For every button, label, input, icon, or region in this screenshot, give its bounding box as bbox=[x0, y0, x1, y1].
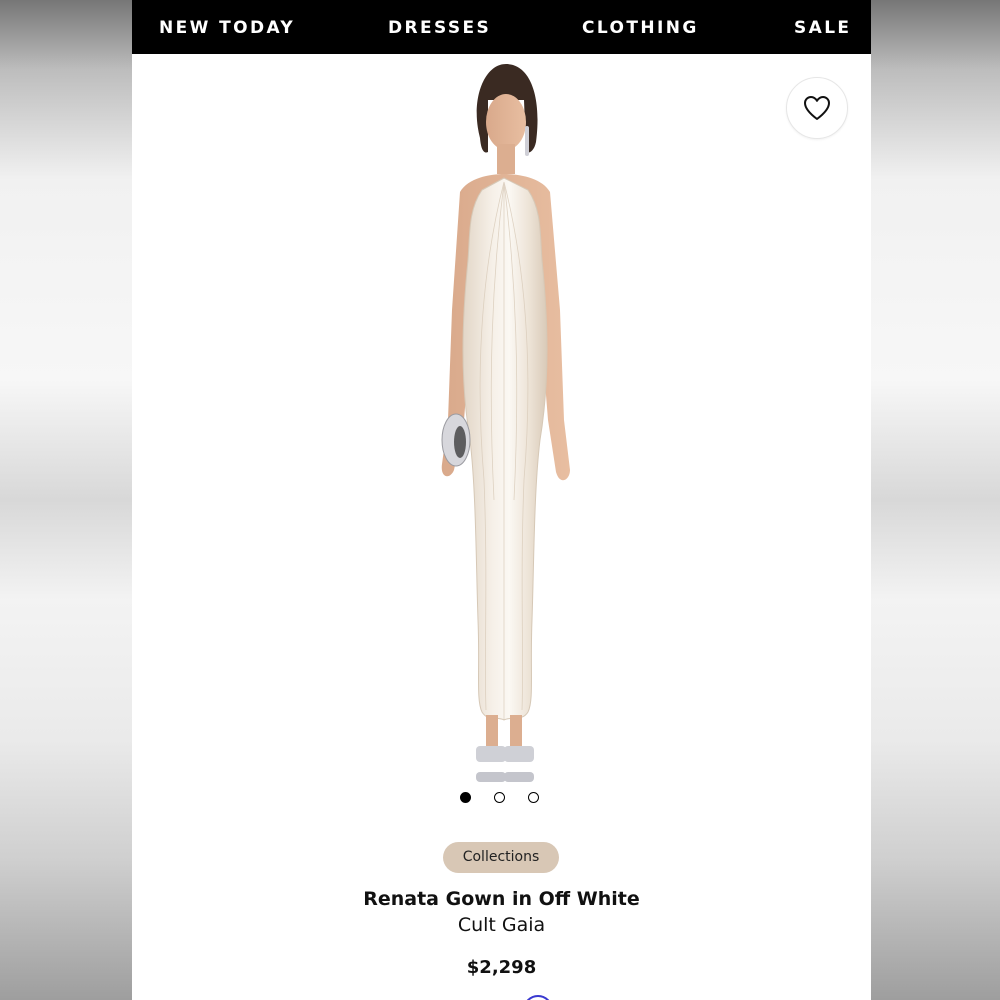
left-sole-shape bbox=[476, 772, 506, 782]
carousel-dot-3[interactable] bbox=[528, 792, 539, 803]
right-shoe-shape bbox=[504, 746, 534, 762]
earring-shape bbox=[525, 126, 529, 156]
left-shoe-shape bbox=[476, 746, 506, 762]
nav-clothing[interactable]: CLOTHING bbox=[582, 17, 699, 39]
right-background bbox=[871, 0, 1000, 1000]
collections-badge[interactable]: Collections bbox=[443, 842, 559, 873]
favorite-button[interactable] bbox=[786, 77, 848, 139]
carousel-dot-2[interactable] bbox=[494, 792, 505, 803]
product-image[interactable] bbox=[364, 60, 640, 802]
product-page: NEW TODAY DRESSES CLOTHING SALE Collecti… bbox=[132, 0, 871, 1000]
product-price: $2,298 bbox=[466, 957, 537, 978]
clutch-reflection bbox=[454, 426, 466, 458]
gown-shape bbox=[462, 177, 548, 721]
right-sole-shape bbox=[504, 772, 534, 782]
image-carousel-dots bbox=[460, 791, 550, 805]
nav-dresses[interactable]: DRESSES bbox=[388, 17, 491, 39]
neck-shape bbox=[497, 144, 515, 174]
product-title: Renata Gown in Off White bbox=[363, 888, 640, 910]
face-shape bbox=[486, 94, 526, 150]
left-background bbox=[0, 0, 132, 1000]
brand-link[interactable]: Cult Gaia bbox=[132, 912, 871, 938]
heart-icon bbox=[804, 96, 830, 120]
nav-sale[interactable]: SALE bbox=[794, 17, 851, 39]
color-swatch[interactable] bbox=[523, 995, 553, 1000]
carousel-dot-1[interactable] bbox=[460, 792, 471, 803]
top-navigation: NEW TODAY DRESSES CLOTHING SALE bbox=[132, 0, 871, 54]
nav-new-today[interactable]: NEW TODAY bbox=[159, 17, 295, 39]
